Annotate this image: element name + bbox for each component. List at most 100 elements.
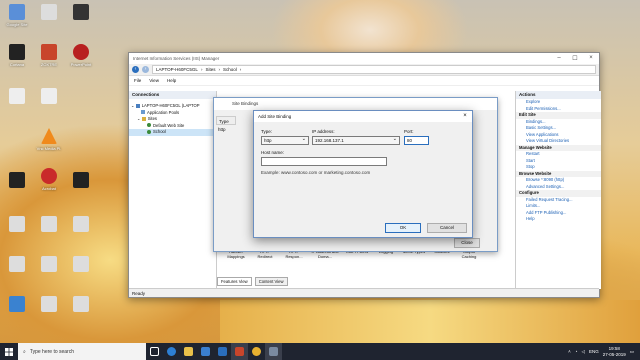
file-icon: [73, 256, 89, 272]
window-title: Internet Information Services (IIS) Mana…: [133, 56, 220, 61]
file-icon: [41, 256, 57, 272]
notifications-icon[interactable]: ▭: [630, 349, 634, 355]
iis-manager-icon[interactable]: [265, 343, 282, 360]
dialog-title: Add Site Binding: [258, 114, 292, 119]
file-explorer-icon[interactable]: [180, 343, 197, 360]
window-titlebar[interactable]: Internet Information Services (IIS) Mana…: [129, 53, 599, 64]
file-icon: [41, 88, 57, 104]
language-indicator[interactable]: ENG: [589, 349, 599, 354]
connections-tree: ⌄ LAPTOP-H60FC5GL (LAPTOP Application Po…: [129, 99, 216, 136]
windows-icon: [5, 347, 13, 356]
tree-node-school[interactable]: School: [129, 129, 216, 136]
maximize-icon[interactable]: ☐: [567, 55, 583, 62]
taskbar-search[interactable]: ⌕ Type here to search: [18, 343, 146, 360]
vlc-icon: [41, 128, 57, 144]
actions-header: Actions: [516, 91, 601, 99]
desktop-icon[interactable]: [34, 296, 64, 314]
breadcrumb[interactable]: LAPTOP-H60FC5GL › Sites › School ›: [152, 65, 596, 74]
powerpoint-icon[interactable]: [231, 343, 248, 360]
status-bar: Ready: [129, 288, 599, 297]
breadcrumb-item[interactable]: School: [223, 67, 237, 72]
app-icon: [9, 296, 25, 312]
forward-icon[interactable]: ›: [142, 66, 149, 73]
file-icon: [41, 296, 57, 312]
desktop-icon[interactable]: Cortana: [2, 44, 32, 67]
ip-address-select[interactable]: 192.168.137.1: [312, 136, 400, 145]
dialog-titlebar: Add Site Binding ×: [254, 111, 472, 122]
desktop-icon[interactable]: [66, 256, 96, 274]
close-icon[interactable]: ×: [583, 55, 599, 62]
desktop-icon[interactable]: [34, 4, 64, 22]
close-icon[interactable]: ×: [458, 111, 472, 122]
desktop-icon[interactable]: [2, 296, 32, 314]
desktop-icon[interactable]: Acrobat: [34, 168, 64, 191]
desktop-icon[interactable]: PowerPoint: [66, 44, 96, 67]
desktop-icon[interactable]: [34, 256, 64, 274]
desktop-icon[interactable]: [34, 88, 64, 106]
desktop-icon[interactable]: [34, 216, 64, 234]
volume-icon[interactable]: ◁: [581, 349, 584, 355]
cancel-button[interactable]: Cancel: [427, 223, 467, 233]
tab-content-view[interactable]: Content View: [254, 277, 288, 286]
view-tabs: Features View Content View: [217, 277, 288, 286]
actions-pane: Actions Explore Edit Permissions... Edit S…: [515, 91, 601, 289]
app-pool-icon: [141, 110, 145, 115]
edge-icon[interactable]: [163, 343, 180, 360]
chevron-up-icon[interactable]: ˄: [568, 349, 571, 354]
ok-button[interactable]: OK: [385, 223, 421, 233]
desktop-icon[interactable]: Google Site: [2, 4, 32, 27]
close-button[interactable]: Close: [454, 238, 480, 248]
port-label: Port:: [404, 129, 414, 134]
port-input[interactable]: 80: [404, 136, 429, 145]
actions-list: Explore Edit Permissions... Edit Site Bindi…: [516, 99, 601, 223]
desktop-icon[interactable]: [2, 88, 32, 106]
desktop-icon[interactable]: [2, 172, 32, 190]
host-name-input[interactable]: [261, 157, 387, 166]
globe-icon: [147, 123, 151, 128]
menu-view[interactable]: View: [149, 78, 159, 83]
host-name-label: Host name:: [261, 150, 285, 155]
globe-icon: [147, 129, 151, 134]
system-tray: ˄ ◔ ◁ ENG 19:58 27-05-2019 ▭: [568, 346, 640, 357]
task-view-icon[interactable]: [146, 343, 163, 360]
menu-file[interactable]: File: [134, 78, 141, 83]
minimize-icon[interactable]: –: [551, 55, 567, 62]
breadcrumb-item[interactable]: LAPTOP-H60FC5GL: [156, 67, 198, 72]
address-bar: ‹ › LAPTOP-H60FC5GL › Sites › School ›: [129, 64, 599, 76]
mail-icon[interactable]: [214, 343, 231, 360]
app-icon: [73, 44, 89, 60]
desktop-icon[interactable]: [66, 172, 96, 190]
type-select[interactable]: http: [261, 136, 309, 145]
desktop-icon[interactable]: [2, 216, 32, 234]
desktop-icon[interactable]: [66, 4, 96, 22]
folder-icon: [141, 116, 146, 121]
tab-features-view[interactable]: Features View: [217, 277, 252, 286]
desktop-icon[interactable]: ZOXTRE: [34, 44, 64, 67]
start-button[interactable]: [0, 343, 18, 360]
desktop-icon[interactable]: [2, 256, 32, 274]
network-icon[interactable]: ◔: [575, 349, 578, 354]
wallpaper-detail: [220, 300, 640, 345]
app-icon: [9, 44, 25, 60]
file-icon: [9, 256, 25, 272]
back-icon[interactable]: ‹: [132, 66, 139, 73]
app-icon: [73, 172, 89, 188]
chrome-icon[interactable]: [248, 343, 265, 360]
file-icon: [9, 88, 25, 104]
column-header-type[interactable]: Type: [216, 116, 236, 125]
action-link[interactable]: Help: [516, 216, 601, 223]
search-icon: ⌕: [23, 348, 26, 355]
file-icon: [41, 4, 57, 20]
clock[interactable]: 19:58 27-05-2019: [603, 346, 626, 357]
connections-pane: Connections ⌄ LAPTOP-H60FC5GL (LAPTOP Ap…: [129, 91, 217, 289]
desktop-icon[interactable]: [66, 216, 96, 234]
menu-help[interactable]: Help: [167, 78, 176, 83]
file-icon: [9, 216, 25, 232]
desktop-icon[interactable]: Vnc Media Pl.: [34, 128, 64, 151]
store-icon[interactable]: [197, 343, 214, 360]
app-icon: [41, 44, 57, 60]
binding-row-type[interactable]: http: [216, 125, 236, 134]
desktop-icon[interactable]: [66, 296, 96, 314]
breadcrumb-item[interactable]: Sites: [205, 67, 215, 72]
server-icon: [135, 103, 140, 108]
